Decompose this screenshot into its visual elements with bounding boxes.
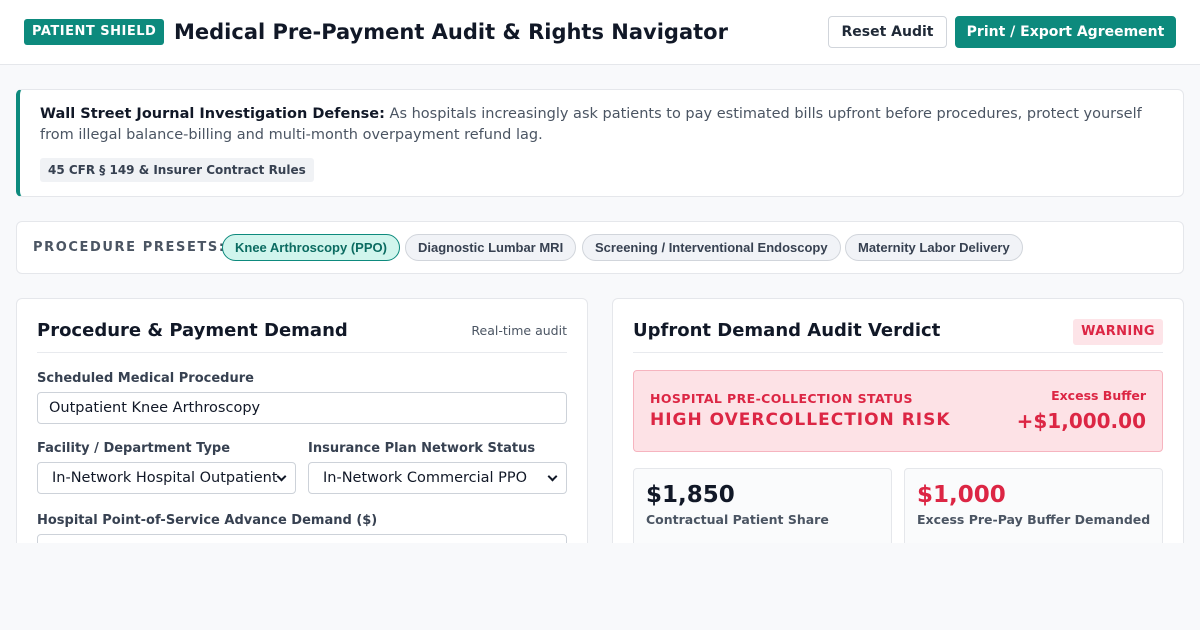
- preset-maternity-delivery[interactable]: Maternity Labor Delivery: [845, 234, 1023, 261]
- alert-heading: Wall Street Journal Investigation Defens…: [40, 106, 385, 122]
- verdict-title: Upfront Demand Audit Verdict: [633, 320, 941, 341]
- investigation-alert: Wall Street Journal Investigation Defens…: [16, 89, 1184, 197]
- chevron-down-icon: [276, 471, 287, 482]
- card-divider: [37, 352, 567, 353]
- warning-badge: WARNING: [1073, 319, 1163, 345]
- procedure-form-card: Procedure & Payment Demand Real-time aud…: [16, 298, 588, 568]
- procedure-label: Scheduled Medical Procedure: [37, 371, 254, 386]
- network-select-value: In-Network Commercial PPO: [323, 470, 528, 486]
- network-select[interactable]: In-Network Commercial PPO: [308, 462, 567, 494]
- reset-audit-button[interactable]: Reset Audit: [828, 16, 947, 48]
- network-label: Insurance Plan Network Status: [308, 441, 536, 456]
- audit-verdict-card: Upfront Demand Audit Verdict WARNING HOS…: [612, 298, 1184, 568]
- brand-badge: PATIENT SHIELD: [24, 19, 165, 45]
- realtime-audit-label: Real-time audit: [471, 323, 567, 338]
- form-title: Procedure & Payment Demand: [37, 320, 348, 341]
- metric-value: $1,850: [646, 482, 735, 508]
- precollection-status-box: HOSPITAL PRE-COLLECTION STATUS HIGH OVER…: [633, 370, 1163, 452]
- excess-buffer-value: +$1,000.00: [1016, 409, 1146, 433]
- facility-select-value: In-Network Hospital Outpatient: [52, 470, 278, 486]
- card-divider: [633, 352, 1163, 353]
- metric-value: $1,000: [917, 482, 1006, 508]
- preset-knee-arthroscopy[interactable]: Knee Arthroscopy (PPO): [222, 234, 400, 261]
- procedure-input[interactable]: Outpatient Knee Arthroscopy: [37, 392, 567, 424]
- metric-label: Contractual Patient Share: [646, 512, 829, 527]
- presets-label: PROCEDURE PRESETS:: [33, 240, 226, 255]
- top-bar: PATIENT SHIELD Medical Pre-Payment Audit…: [0, 0, 1200, 65]
- chevron-down-icon: [547, 471, 558, 482]
- status-main: HIGH OVERCOLLECTION RISK: [650, 410, 951, 430]
- alert-text: Wall Street Journal Investigation Defens…: [40, 104, 1160, 146]
- viewport-fade: [0, 543, 1200, 630]
- print-export-button[interactable]: Print / Export Agreement: [955, 16, 1176, 48]
- advance-demand-label: Hospital Point-of-Service Advance Demand…: [37, 513, 378, 528]
- status-kicker: HOSPITAL PRE-COLLECTION STATUS: [650, 391, 913, 406]
- excess-buffer-label: Excess Buffer: [1051, 388, 1146, 403]
- facility-select[interactable]: In-Network Hospital Outpatient: [37, 462, 296, 494]
- metric-label: Excess Pre-Pay Buffer Demanded: [917, 512, 1151, 527]
- preset-lumbar-mri[interactable]: Diagnostic Lumbar MRI: [405, 234, 577, 261]
- facility-label: Facility / Department Type: [37, 441, 231, 456]
- preset-endoscopy[interactable]: Screening / Interventional Endoscopy: [582, 234, 841, 261]
- procedure-presets-bar: PROCEDURE PRESETS: Knee Arthroscopy (PPO…: [16, 221, 1184, 274]
- regulation-chip: 45 CFR § 149 & Insurer Contract Rules: [40, 158, 314, 182]
- app-title: Medical Pre-Payment Audit & Rights Navig…: [174, 20, 728, 44]
